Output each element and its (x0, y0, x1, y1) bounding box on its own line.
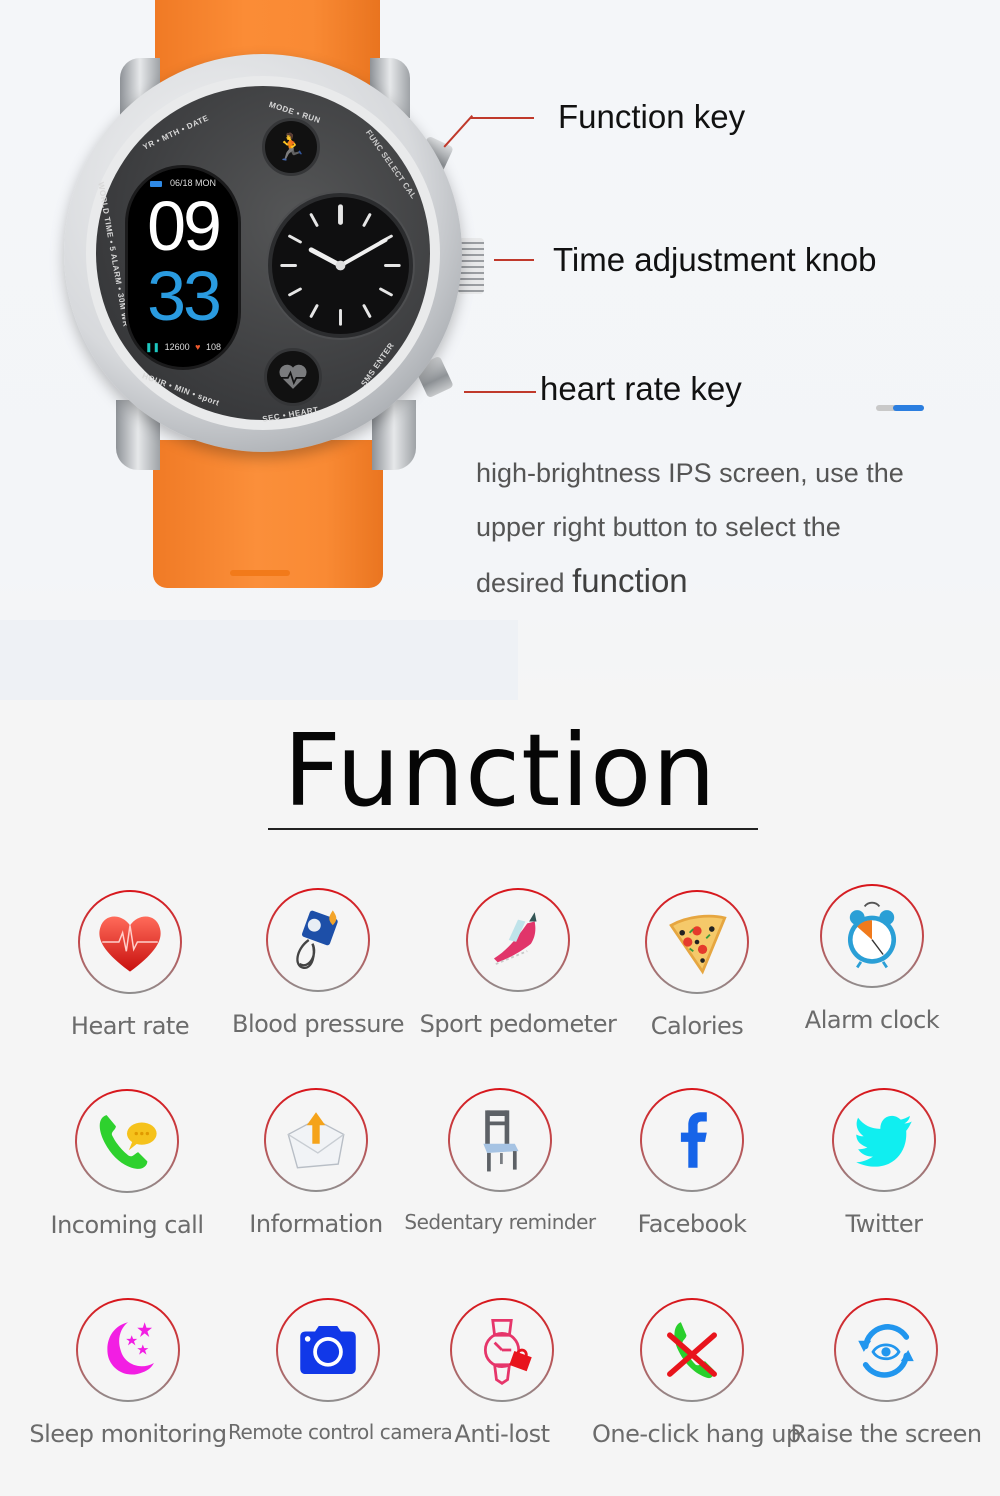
callout-function-key: Function key (558, 98, 746, 135)
feature-calories: Calories (597, 890, 797, 1040)
feature-label: Alarm clock (804, 1006, 940, 1034)
feature-blood-pressure: Blood pressure (218, 888, 418, 1038)
watch-lock-icon (483, 1319, 532, 1385)
screen-heart-rate: 108 (205, 342, 222, 352)
description-line-2: upper right button to select the (476, 512, 841, 542)
feature-sleep-monitoring: Sleep monitoring (28, 1298, 228, 1448)
eye-rotate-icon (858, 1324, 914, 1378)
alarm-clock-icon (847, 901, 897, 969)
screen-description: high-brightness IPS screen, use the uppe… (476, 446, 976, 610)
feature-remote-control-camera: Remote control camera (228, 1298, 453, 1444)
section-title-underline (268, 828, 758, 830)
callout-time-adjustment-knob: Time adjustment knob (553, 241, 877, 278)
callout-heart-rate-key: heart rate key (540, 370, 742, 407)
chair-icon (483, 1110, 519, 1172)
heart-icon: ♥ (195, 342, 201, 352)
hero-background-panel (0, 620, 518, 700)
feature-sedentary-reminder: Sedentary reminder (400, 1088, 600, 1234)
camera-icon (300, 1325, 356, 1375)
hang-up-icon (667, 1322, 717, 1379)
analog-subdial (268, 193, 413, 338)
runner-icon: 🏃 (274, 131, 308, 162)
run-subdial: 🏃 (262, 118, 320, 176)
feature-anti-lost: Anti-lost (402, 1298, 602, 1448)
description-emphasis: function (572, 562, 688, 599)
feature-label: Facebook (637, 1210, 747, 1238)
feature-label: Calories (650, 1012, 744, 1040)
feature-information: Information (216, 1088, 416, 1238)
analog-clock-face (280, 204, 401, 326)
moon-stars-icon (107, 1322, 154, 1375)
twitter-icon (856, 1115, 912, 1167)
heart-subdial (264, 348, 322, 406)
feature-label: Heart rate (70, 1012, 190, 1040)
phone-chat-icon (99, 1115, 157, 1169)
feature-sport-pedometer: Sport pedometer (418, 888, 618, 1038)
callout-line-time-knob (494, 259, 534, 261)
description-line-1: high-brightness IPS screen, use the (476, 458, 904, 488)
feature-twitter[interactable]: Twitter (784, 1088, 984, 1238)
smartwatch-image: YR • MTH • DATE WORLD TIME • 5 ALARM • 3… (0, 0, 520, 600)
feature-label: Anti-lost (454, 1420, 550, 1448)
feature-heart-rate: Heart rate (30, 890, 230, 1040)
feature-label: Remote control camera (228, 1420, 453, 1444)
feature-facebook[interactable]: Facebook (592, 1088, 792, 1238)
heart-rate-icon (99, 916, 161, 972)
screen-steps: 12600 (164, 342, 190, 352)
screen-minute: 33 (147, 257, 222, 335)
strap-bottom (153, 440, 383, 588)
heart-pulse-icon (279, 364, 307, 389)
section-title: Function (283, 712, 717, 829)
feature-label: Sedentary reminder (404, 1210, 596, 1234)
watch-screen: 06/18 MON 09 33 ❚❚ 12600 ♥ 108 (125, 165, 241, 370)
carousel-pager-active (892, 405, 924, 411)
facebook-icon (680, 1112, 707, 1168)
feature-label: Incoming call (50, 1211, 204, 1239)
blood-pressure-icon (296, 910, 338, 969)
description-line-3: desired (476, 568, 565, 598)
strap-slot (230, 570, 290, 576)
running-shoe-icon (493, 912, 537, 965)
pizza-icon (669, 914, 727, 975)
callout-line-heart-rate-key (464, 391, 536, 393)
feature-one-click-hang-up: One-click hang up (592, 1298, 801, 1448)
feature-label: Sleep monitoring (29, 1420, 227, 1448)
feature-raise-the-screen: Raise the screen (786, 1298, 986, 1448)
carousel-pager[interactable] (876, 405, 924, 411)
footsteps-icon: ❚❚ (144, 342, 161, 352)
screen-hour: 09 (147, 187, 222, 265)
feature-label: Blood pressure (231, 1010, 405, 1038)
feature-label: One-click hang up (592, 1420, 801, 1448)
feature-label: Information (249, 1210, 383, 1238)
callout-line-function-key (470, 117, 534, 119)
envelope-icon (287, 1112, 345, 1169)
feature-label: Raise the screen (790, 1420, 982, 1448)
feature-label: Sport pedometer (419, 1010, 617, 1038)
feature-label: Twitter (845, 1210, 923, 1238)
feature-incoming-call: Incoming call (27, 1089, 227, 1239)
feature-alarm-clock: Alarm clock (772, 884, 972, 1034)
